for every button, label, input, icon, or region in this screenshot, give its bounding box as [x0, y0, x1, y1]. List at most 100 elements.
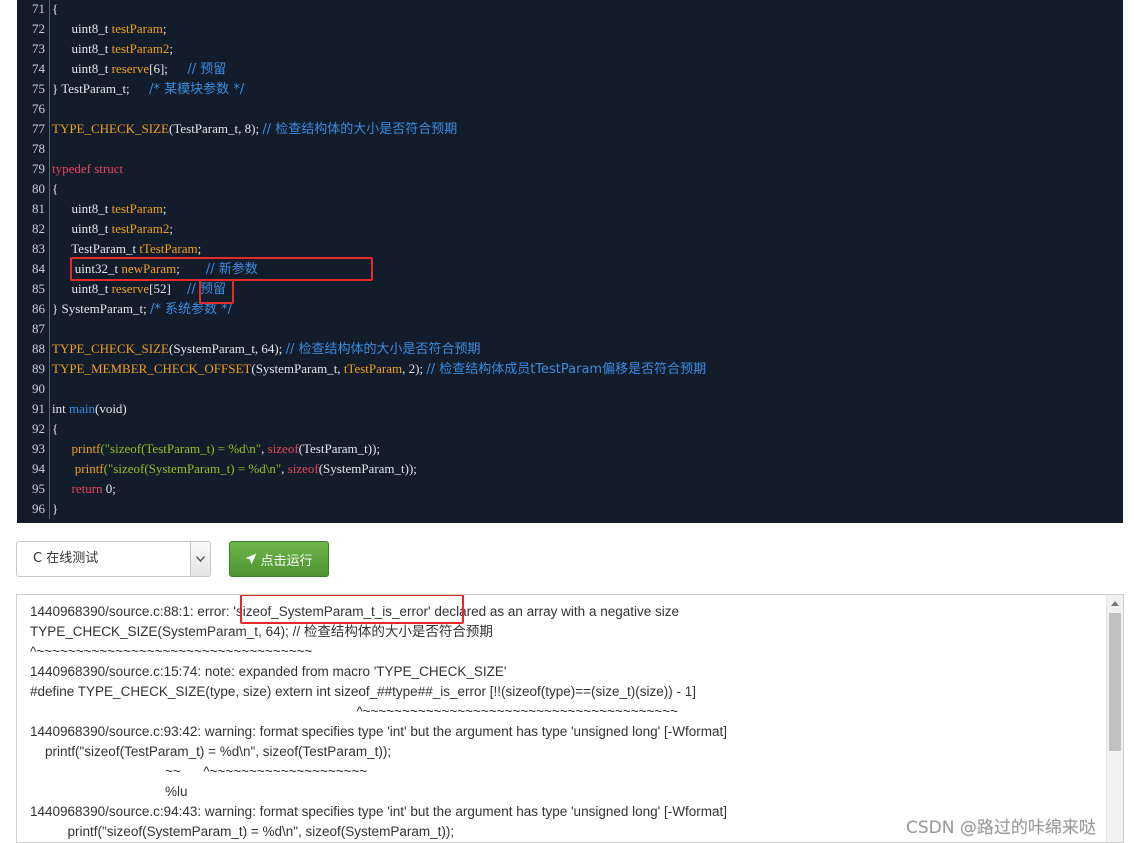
- code-token: sizeof: [287, 461, 319, 476]
- output-panel[interactable]: 1440968390/source.c:88:1: error: 'sizeof…: [16, 594, 1124, 843]
- code-line: 77 TYPE_CHECK_SIZE(TestParam_t, 8); // 检查…: [17, 119, 1123, 139]
- code-text: uint8_t testParam;: [48, 19, 166, 39]
- output-scrollbar[interactable]: [1106, 595, 1123, 842]
- code-token: uint32_t: [52, 261, 122, 276]
- line-number: 89: [32, 361, 45, 376]
- scroll-up-arrow-icon[interactable]: [1107, 595, 1123, 611]
- code-text: uint8_t reserve[6]; // 预留: [48, 59, 227, 80]
- line-number: 74: [32, 61, 45, 76]
- output-line: ~~ ^~~~~~~~~~~~~~~~~~~~~: [30, 764, 368, 779]
- code-token: // 预留: [187, 62, 227, 77]
- code-line: 72 uint8_t testParam;: [17, 19, 1123, 39]
- output-line: 1440968390/source.c:88:1: error: 'sizeof…: [30, 604, 679, 619]
- code-token: uint8_t: [52, 41, 112, 56]
- code-token: main: [68, 401, 95, 416]
- code-token: TYPE_CHECK_SIZE: [52, 341, 169, 356]
- line-number: 94: [32, 461, 45, 476]
- code-line: 91 int main(void): [17, 399, 1123, 419]
- code-token: ("sizeof(SystemParam_t) = %d\n": [103, 461, 282, 476]
- code-editor[interactable]: 71{72 uint8_t testParam; 73 uint8_t testP…: [17, 0, 1123, 523]
- output-line: 1440968390/source.c:93:42: warning: form…: [30, 724, 727, 739]
- code-token: // 检查结构体的大小是否符合预期: [262, 122, 458, 137]
- code-text: uint32_t newParam; // 新参数: [49, 259, 258, 280]
- line-number: 79: [32, 161, 45, 176]
- code-token: // 检查结构体成员tTestParam偏移是否符合预期: [426, 362, 707, 377]
- code-token: testParam: [111, 201, 163, 216]
- code-text: typedef struct: [48, 159, 124, 179]
- code-line: 93 printf("sizeof(TestParam_t) = %d\n", …: [17, 439, 1123, 459]
- run-button[interactable]: 点击运行: [229, 541, 329, 577]
- code-line: 86 } SystemParam_t; /* 系统参数 */: [17, 299, 1123, 319]
- code-token: printf: [74, 461, 104, 476]
- line-number: 86: [32, 301, 45, 316]
- line-number: 85: [32, 281, 45, 296]
- code-line: 83 TestParam_t tTestParam;: [17, 239, 1123, 259]
- code-text: uint8_t testParam2;: [49, 39, 173, 59]
- code-text: }: [48, 499, 59, 519]
- code-token: (TestParam_t));: [298, 441, 381, 456]
- code-text: return 0;: [49, 479, 116, 499]
- code-text: int main(void): [49, 399, 127, 419]
- chevron-down-icon[interactable]: [190, 542, 210, 576]
- line-number: 83: [32, 241, 45, 256]
- code-token: printf: [71, 441, 101, 456]
- code-token: typedef struct: [52, 161, 124, 176]
- line-number: 95: [32, 481, 45, 496]
- code-token: ;: [162, 201, 167, 216]
- line-number: 93: [32, 441, 45, 456]
- output-line: ^~~~~~~~~~~~~~~~~~~~~~~~~~~~~~~~~~~~: [30, 644, 313, 659]
- code-token: uint8_t: [52, 281, 112, 296]
- code-line: 74 uint8_t reserve[6]; // 预留: [17, 59, 1123, 79]
- code-line: 92 {: [17, 419, 1123, 439]
- scroll-thumb[interactable]: [1109, 613, 1121, 751]
- code-text: uint8_t testParam2;: [49, 219, 173, 239]
- code-line: 73 uint8_t testParam2;: [17, 39, 1123, 59]
- code-token: }: [52, 501, 59, 516]
- code-text: uint8_t reserve[52] // 预留: [49, 279, 226, 300]
- line-number: 90: [32, 381, 45, 396]
- code-token: int: [52, 401, 69, 416]
- line-number: 75: [32, 81, 45, 96]
- code-token: /* 某模块参数 */: [149, 82, 245, 97]
- line-number: 78: [32, 141, 45, 156]
- code-token: uint8_t: [52, 21, 112, 36]
- output-line: ^~~~~~~~~~~~~~~~~~~~~~~~~~~~~~~~~~~~~~~~…: [30, 704, 678, 719]
- code-token: uint8_t: [52, 61, 112, 76]
- code-token: uint8_t: [52, 201, 112, 216]
- code-token: (SystemParam_t));: [318, 461, 417, 476]
- code-text: TYPE_MEMBER_CHECK_OFFSET(SystemParam_t, …: [48, 359, 707, 380]
- code-token: [52]: [149, 281, 188, 296]
- code-text: uint8_t testParam;: [48, 199, 167, 219]
- send-icon: [245, 553, 257, 565]
- code-token: {: [52, 181, 59, 196]
- code-text: TestParam_t tTestParam;: [48, 239, 201, 259]
- output-line: 1440968390/source.c:15:74: note: expande…: [30, 664, 507, 679]
- code-lines: 71{72 uint8_t testParam; 73 uint8_t testP…: [17, 0, 1123, 519]
- language-select-value: C 在线测试: [33, 551, 99, 566]
- code-token: // 新参数: [205, 262, 258, 277]
- code-token: TYPE_CHECK_SIZE: [52, 121, 169, 136]
- code-text: {: [48, 0, 58, 19]
- code-token: testParam: [111, 21, 163, 36]
- output-line: TYPE_CHECK_SIZE(SystemParam_t, 64); // 检…: [30, 624, 493, 639]
- output-line: %lu: [30, 784, 188, 799]
- line-number: 82: [32, 221, 45, 236]
- code-line: 94 printf("sizeof(SystemParam_t) = %d\n"…: [17, 459, 1123, 479]
- code-token: tTestParam: [343, 361, 403, 376]
- code-token: testParam2: [111, 221, 170, 236]
- output-lines: 1440968390/source.c:88:1: error: 'sizeof…: [30, 602, 1103, 842]
- code-token: TYPE_MEMBER_CHECK_OFFSET: [52, 361, 252, 376]
- code-token: reserve: [111, 281, 150, 296]
- line-number: 71: [32, 1, 45, 16]
- code-token: ;: [169, 221, 173, 236]
- line-number: 72: [32, 21, 45, 36]
- language-select[interactable]: C 在线测试: [16, 541, 211, 577]
- code-text: {: [48, 179, 59, 199]
- code-text: } SystemParam_t; /* 系统参数 */: [49, 299, 232, 320]
- code-token: reserve: [111, 61, 150, 76]
- code-line: 80 {: [17, 179, 1123, 199]
- code-line: 96}: [17, 499, 1123, 519]
- watermark: CSDN @路过的咔绵来哒: [906, 818, 1096, 838]
